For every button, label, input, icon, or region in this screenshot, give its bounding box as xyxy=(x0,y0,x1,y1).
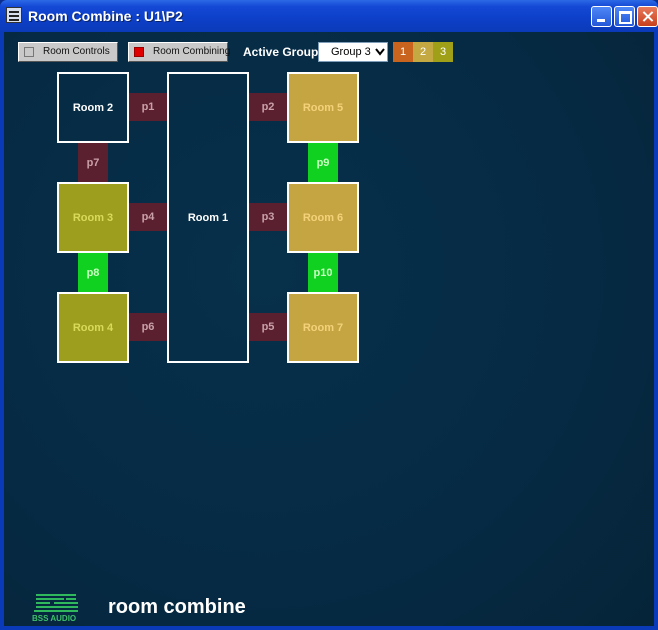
window-border-bottom xyxy=(0,626,658,630)
active-group-value: Group 3 xyxy=(331,46,371,58)
group-2-button[interactable]: 2 xyxy=(413,42,433,62)
chevron-down-icon xyxy=(375,48,385,56)
group-1-button[interactable]: 1 xyxy=(393,42,413,62)
room-3[interactable]: Room 3 xyxy=(57,182,129,253)
room-combining-label: Room Combining xyxy=(153,46,231,57)
window-title: Room Combine : U1\P2 xyxy=(28,8,183,24)
partition-p8[interactable]: p8 xyxy=(78,253,108,292)
partition-p9[interactable]: p9 xyxy=(308,143,338,182)
window-border-right xyxy=(654,32,658,630)
active-group-label: Active Group xyxy=(243,45,319,59)
title-bar[interactable]: Room Combine : U1\P2 xyxy=(0,0,658,32)
partition-p1[interactable]: p1 xyxy=(129,93,167,121)
app-icon[interactable] xyxy=(6,7,22,23)
partition-p2[interactable]: p2 xyxy=(249,93,287,121)
room-6[interactable]: Room 6 xyxy=(287,182,359,253)
minimize-button[interactable] xyxy=(591,6,612,27)
room-4[interactable]: Room 4 xyxy=(57,292,129,363)
room-combining-led-icon xyxy=(134,47,144,57)
brand-title: room combine xyxy=(108,596,246,618)
room-7[interactable]: Room 7 xyxy=(287,292,359,363)
close-button[interactable] xyxy=(637,6,658,27)
partition-p7[interactable]: p7 xyxy=(78,143,108,182)
room-2[interactable]: Room 2 xyxy=(57,72,129,143)
partition-p10[interactable]: p10 xyxy=(308,253,338,292)
room-1[interactable]: Room 1 xyxy=(167,72,249,363)
room-5[interactable]: Room 5 xyxy=(287,72,359,143)
partition-p3[interactable]: p3 xyxy=(249,203,287,231)
room-combining-button[interactable]: Room Combining xyxy=(128,42,231,62)
group-3-button[interactable]: 3 xyxy=(433,42,453,62)
room-controls-label: Room Controls xyxy=(43,46,110,57)
partition-p6[interactable]: p6 xyxy=(129,313,167,341)
active-group-select[interactable]: Group 3 xyxy=(318,42,388,62)
room-controls-led-icon xyxy=(24,47,34,57)
app-window: Room Combine : U1\P2 Room Controls Room … xyxy=(0,0,658,630)
logo-text: BSS AUDIO xyxy=(32,614,77,623)
partition-p5[interactable]: p5 xyxy=(249,313,287,341)
room-controls-button[interactable]: Room Controls xyxy=(18,42,118,62)
maximize-button[interactable] xyxy=(614,6,635,27)
partition-p4[interactable]: p4 xyxy=(129,203,167,231)
